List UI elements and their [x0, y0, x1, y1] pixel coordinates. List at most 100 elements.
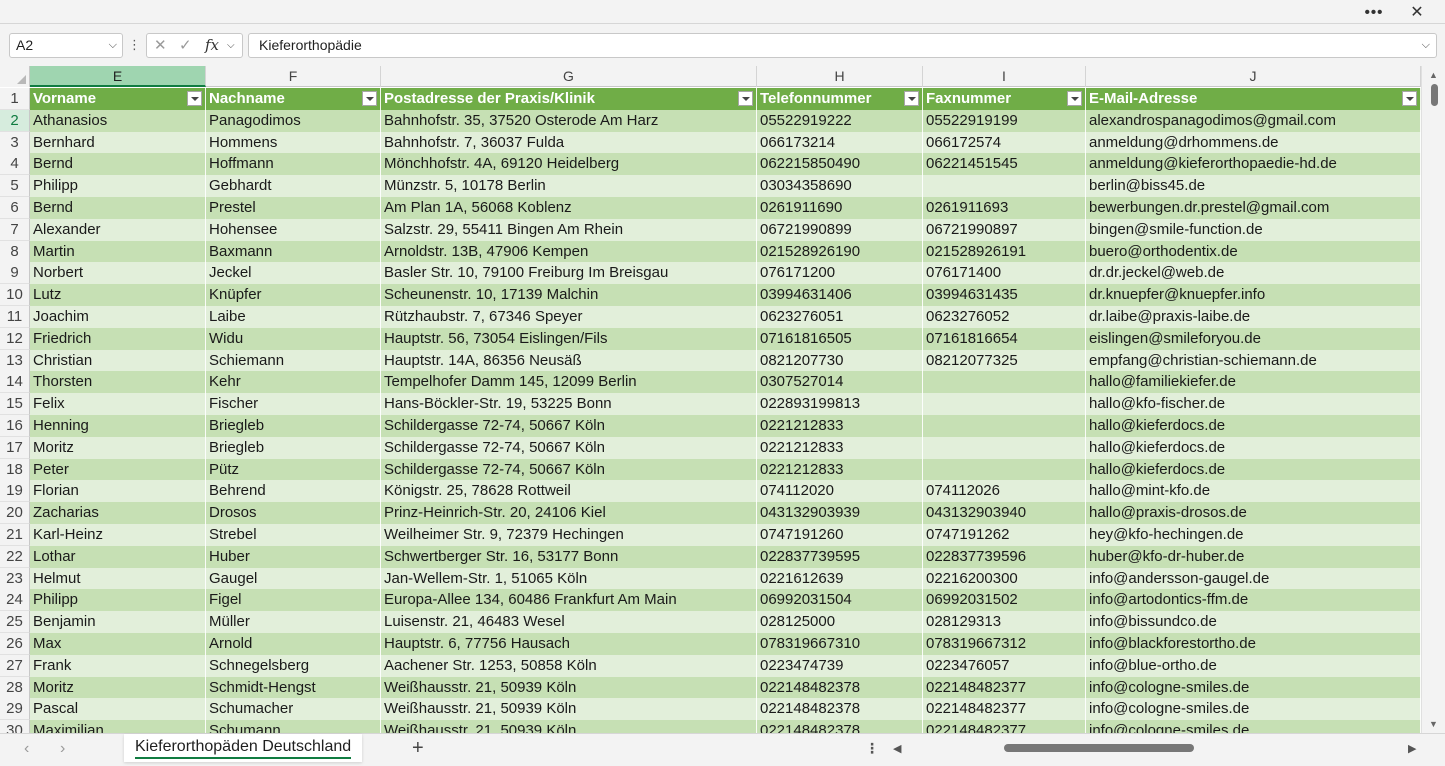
row-number[interactable]: 5 — [0, 175, 30, 198]
table-cell[interactable]: Hauptstr. 6, 77756 Hausach — [381, 633, 757, 655]
table-cell[interactable]: 076171400 — [923, 262, 1086, 285]
table-cell[interactable]: Basler Str. 10, 79100 Freiburg Im Breisg… — [381, 262, 757, 285]
row-number[interactable]: 26 — [0, 633, 30, 655]
table-cell[interactable]: Schildergasse 72-74, 50667 Köln — [381, 415, 757, 437]
table-cell[interactable]: dr.laibe@praxis-laibe.de — [1086, 306, 1421, 328]
table-cell[interactable]: Aachener Str. 1253, 50858 Köln — [381, 654, 757, 677]
table-cell[interactable]: hallo@kieferdocs.de — [1086, 436, 1421, 459]
table-cell[interactable]: 028125000 — [757, 611, 923, 634]
table-cell[interactable]: 07161816654 — [923, 327, 1086, 350]
sheet-tab-kieferorthopaeden[interactable]: Kieferorthopäden Deutschland — [124, 734, 363, 762]
table-cell[interactable]: 03034358690 — [757, 175, 923, 198]
table-cell[interactable]: anmeldung@kieferorthopaedie-hd.de — [1086, 153, 1421, 176]
table-cell[interactable]: Widu — [206, 327, 381, 350]
table-cell[interactable]: Zacharias — [30, 502, 206, 525]
table-cell[interactable]: 06992031504 — [757, 589, 923, 612]
row-number[interactable]: 23 — [0, 567, 30, 590]
table-cell[interactable]: empfang@christian-schiemann.de — [1086, 349, 1421, 372]
table-cell[interactable]: Alexander — [30, 218, 206, 241]
table-cell[interactable]: 0223476057 — [923, 654, 1086, 677]
row-number[interactable]: 24 — [0, 589, 30, 612]
table-cell[interactable]: Mönchhofstr. 4A, 69120 Heidelberg — [381, 153, 757, 176]
table-cell[interactable]: Lutz — [30, 284, 206, 307]
table-cell[interactable]: Drosos — [206, 502, 381, 525]
table-cell[interactable]: 066173214 — [757, 131, 923, 154]
table-header-cell[interactable]: Nachname — [206, 88, 381, 110]
select-all-button[interactable] — [0, 66, 30, 87]
table-cell[interactable]: Hommens — [206, 131, 381, 154]
table-cell[interactable]: Salzstr. 29, 55411 Bingen Am Rhein — [381, 218, 757, 241]
table-cell[interactable]: info@blackforestortho.de — [1086, 633, 1421, 655]
row-number[interactable]: 6 — [0, 197, 30, 219]
table-cell[interactable]: 0221212833 — [757, 458, 923, 481]
table-cell[interactable]: 078319667312 — [923, 633, 1086, 655]
row-number[interactable]: 3 — [0, 131, 30, 154]
table-cell[interactable]: Huber — [206, 545, 381, 568]
table-cell[interactable]: Felix — [30, 393, 206, 416]
table-cell[interactable]: 0223474739 — [757, 654, 923, 677]
table-cell[interactable]: 03994631406 — [757, 284, 923, 307]
table-cell[interactable]: 0623276051 — [757, 306, 923, 328]
cancel-icon[interactable]: ✕ — [154, 36, 167, 54]
table-cell[interactable]: 021528926190 — [757, 240, 923, 263]
column-header-i[interactable]: I — [923, 66, 1086, 87]
table-cell[interactable]: Schumacher — [206, 698, 381, 721]
row-number[interactable]: 8 — [0, 240, 30, 263]
chevron-down-icon[interactable]: ⌵ — [227, 40, 235, 51]
column-header-h[interactable]: H — [757, 66, 923, 87]
table-cell[interactable]: 0221212833 — [757, 436, 923, 459]
table-cell[interactable]: 021528926191 — [923, 240, 1086, 263]
scroll-down-icon[interactable]: ▼ — [1429, 719, 1438, 729]
row-number[interactable]: 22 — [0, 545, 30, 568]
table-cell[interactable]: Bahnhofstr. 7, 36037 Fulda — [381, 131, 757, 154]
table-cell[interactable]: Schildergasse 72-74, 50667 Köln — [381, 436, 757, 459]
table-cell[interactable]: 05522919199 — [923, 109, 1086, 132]
table-cell[interactable]: Philipp — [30, 175, 206, 198]
table-cell[interactable]: 0747191262 — [923, 524, 1086, 546]
table-cell[interactable]: 06721990897 — [923, 218, 1086, 241]
table-cell[interactable]: Jan-Wellem-Str. 1, 51065 Köln — [381, 567, 757, 590]
table-header-cell[interactable]: Telefonnummer — [757, 88, 923, 110]
table-cell[interactable]: 0821207730 — [757, 349, 923, 372]
table-cell[interactable]: Gebhardt — [206, 175, 381, 198]
table-cell[interactable]: Am Plan 1A, 56068 Koblenz — [381, 197, 757, 219]
table-cell[interactable]: Hoffmann — [206, 153, 381, 176]
filter-dropdown-icon[interactable] — [187, 91, 202, 106]
row-number[interactable]: 16 — [0, 415, 30, 437]
row-number[interactable]: 2 — [0, 109, 30, 132]
table-cell[interactable] — [923, 371, 1086, 394]
table-cell[interactable]: Philipp — [30, 589, 206, 612]
table-cell[interactable]: Bernd — [30, 197, 206, 219]
table-cell[interactable]: Friedrich — [30, 327, 206, 350]
table-cell[interactable]: 06992031502 — [923, 589, 1086, 612]
table-cell[interactable]: 022148482378 — [757, 676, 923, 699]
table-header-cell[interactable]: Faxnummer — [923, 88, 1086, 110]
table-cell[interactable]: 07161816505 — [757, 327, 923, 350]
row-number[interactable]: 15 — [0, 393, 30, 416]
table-cell[interactable]: info@bissundco.de — [1086, 611, 1421, 634]
next-sheet-icon[interactable]: › — [60, 740, 65, 758]
table-cell[interactable]: Schumann — [206, 720, 381, 733]
table-cell[interactable]: 078319667310 — [757, 633, 923, 655]
row-number[interactable]: 20 — [0, 502, 30, 525]
table-cell[interactable]: 05522919222 — [757, 109, 923, 132]
table-cell[interactable]: 0261911693 — [923, 197, 1086, 219]
table-cell[interactable]: 022148482377 — [923, 676, 1086, 699]
table-cell[interactable]: Joachim — [30, 306, 206, 328]
table-cell[interactable]: anmeldung@drhommens.de — [1086, 131, 1421, 154]
table-cell[interactable]: Jeckel — [206, 262, 381, 285]
add-sheet-icon[interactable]: + — [412, 737, 424, 760]
table-header-cell[interactable]: E-Mail-Adresse — [1086, 88, 1421, 110]
table-cell[interactable]: 0221212833 — [757, 415, 923, 437]
table-cell[interactable]: 0221612639 — [757, 567, 923, 590]
table-cell[interactable]: Briegleb — [206, 415, 381, 437]
more-options-icon[interactable]: ••• — [1354, 0, 1394, 24]
table-cell[interactable]: Bernd — [30, 153, 206, 176]
table-cell[interactable]: 0307527014 — [757, 371, 923, 394]
table-cell[interactable]: 022837739596 — [923, 545, 1086, 568]
table-cell[interactable]: 043132903939 — [757, 502, 923, 525]
column-header-f[interactable]: F — [206, 66, 381, 87]
table-cell[interactable] — [923, 175, 1086, 198]
table-cell[interactable]: 074112020 — [757, 480, 923, 503]
table-cell[interactable]: bewerbungen.dr.prestel@gmail.com — [1086, 197, 1421, 219]
